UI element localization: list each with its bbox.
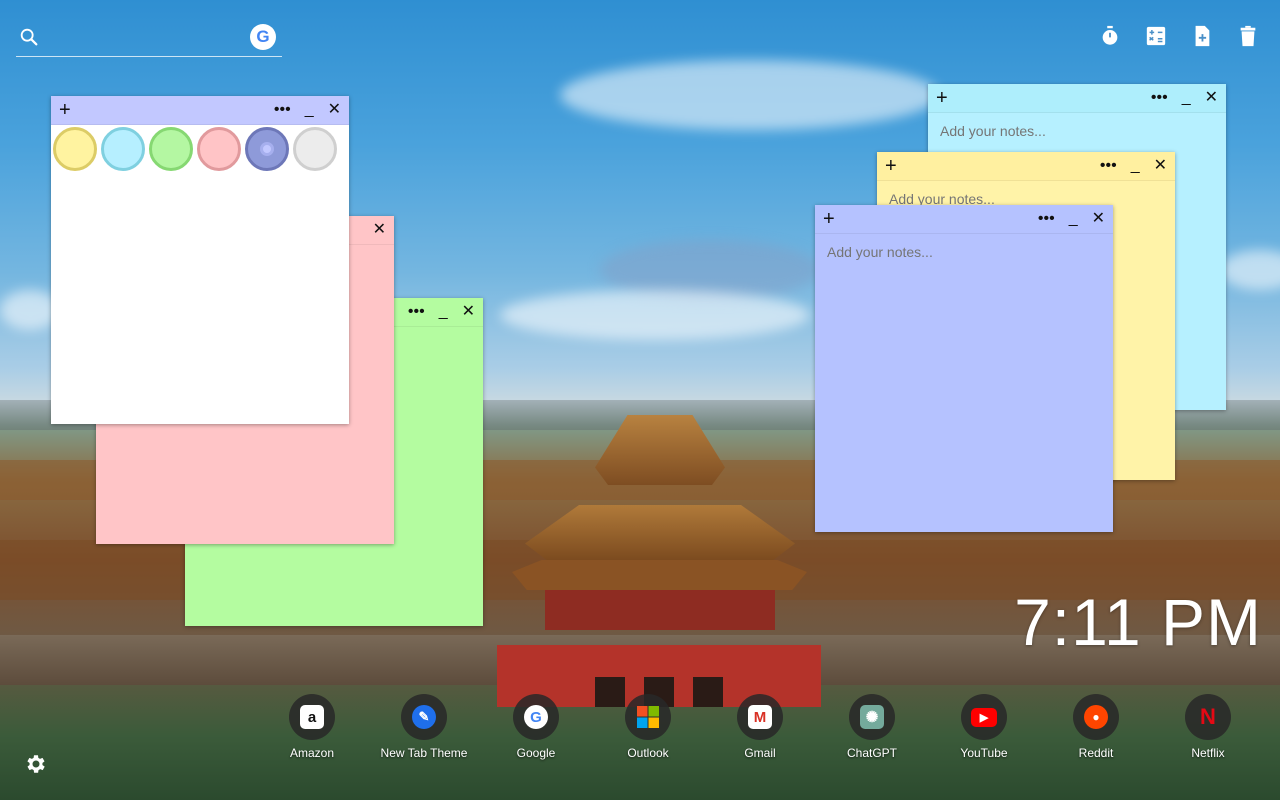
clock: 7:11 PM [1014,585,1262,659]
sticky-note-white[interactable]: + ••• _ ✕ [51,96,349,424]
sticky-note-blue[interactable]: + ••• _ ✕ [815,205,1113,532]
color-swatch-blue-selected[interactable] [245,127,289,171]
gear-icon[interactable] [24,752,48,776]
note-menu-button[interactable]: ••• [1100,154,1117,178]
shortcut-outlook[interactable]: Outlook [592,694,704,760]
google-icon: G [524,705,548,729]
close-button[interactable]: ✕ [1154,154,1167,178]
minimize-button[interactable]: _ [305,98,314,122]
note-header[interactable]: + ••• _ ✕ [51,96,349,125]
minimize-button[interactable]: _ [1131,154,1140,178]
shortcut-chatgpt[interactable]: ✺ ChatGPT [816,694,928,760]
note-header[interactable]: + ••• _ ✕ [877,152,1175,181]
shortcut-label: New Tab Theme [380,746,468,760]
shortcut-label: Reddit [1078,746,1114,760]
color-swatch-gray[interactable] [293,127,337,171]
shortcuts-bar: a Amazon ✎ New Tab Theme G Google Outloo… [256,694,1264,760]
close-button[interactable]: ✕ [462,300,475,324]
close-button[interactable]: ✕ [373,218,386,242]
shortcut-label: Gmail [744,746,776,760]
close-button[interactable]: ✕ [328,98,341,122]
shortcut-label: Google [516,746,556,760]
new-tab-theme-icon: ✎ [412,705,436,729]
search-icon [20,28,38,46]
microsoft-icon [637,706,659,728]
shortcut-label: Netflix [1191,746,1225,760]
color-swatch-cyan[interactable] [101,127,145,171]
add-note-button[interactable]: + [885,154,897,178]
minimize-button[interactable]: _ [1182,86,1191,110]
shortcut-youtube[interactable]: ▶ YouTube [928,694,1040,760]
shortcut-label: Amazon [289,746,335,760]
close-button[interactable]: ✕ [1092,207,1105,231]
note-menu-button[interactable]: ••• [1151,86,1168,110]
close-button[interactable]: ✕ [1205,86,1218,110]
chatgpt-icon: ✺ [860,705,884,729]
note-menu-button[interactable]: ••• [408,300,425,324]
add-note-button[interactable]: + [823,207,835,231]
youtube-icon: ▶ [971,707,997,727]
reddit-icon: ● [1084,705,1108,729]
minimize-button[interactable]: _ [1069,207,1078,231]
shortcut-reddit[interactable]: ● Reddit [1040,694,1152,760]
shortcut-amazon[interactable]: a Amazon [256,694,368,760]
color-swatch-yellow[interactable] [53,127,97,171]
minimize-button[interactable]: _ [439,300,448,324]
color-swatch-green[interactable] [149,127,193,171]
google-icon[interactable]: G [250,24,276,50]
note-menu-button[interactable]: ••• [274,98,291,122]
note-menu-button[interactable]: ••• [1038,207,1055,231]
shortcut-netflix[interactable]: N Netflix [1152,694,1264,760]
shortcut-label: Outlook [627,746,669,760]
shortcut-google[interactable]: G Google [480,694,592,760]
stopwatch-icon[interactable] [1098,24,1122,48]
shortcut-label: YouTube [960,746,1008,760]
shortcut-new-tab-theme[interactable]: ✎ New Tab Theme [368,694,480,760]
color-picker [51,125,349,173]
note-text-area[interactable] [825,242,1107,516]
add-note-button[interactable]: + [59,98,71,122]
shortcut-label: ChatGPT [846,746,897,760]
color-swatch-pink[interactable] [197,127,241,171]
gmail-icon: M [748,705,772,729]
search-bar[interactable]: G [16,20,282,57]
add-note-icon[interactable] [1190,24,1214,48]
top-toolbar [1098,24,1260,48]
trash-icon[interactable] [1236,24,1260,48]
netflix-icon: N [1200,704,1216,729]
add-note-button[interactable]: + [936,86,948,110]
search-input[interactable] [48,26,242,50]
amazon-icon: a [300,705,324,729]
shortcut-gmail[interactable]: M Gmail [704,694,816,760]
note-header[interactable]: + ••• _ ✕ [928,84,1226,113]
calculator-icon[interactable] [1144,24,1168,48]
note-header[interactable]: + ••• _ ✕ [815,205,1113,234]
